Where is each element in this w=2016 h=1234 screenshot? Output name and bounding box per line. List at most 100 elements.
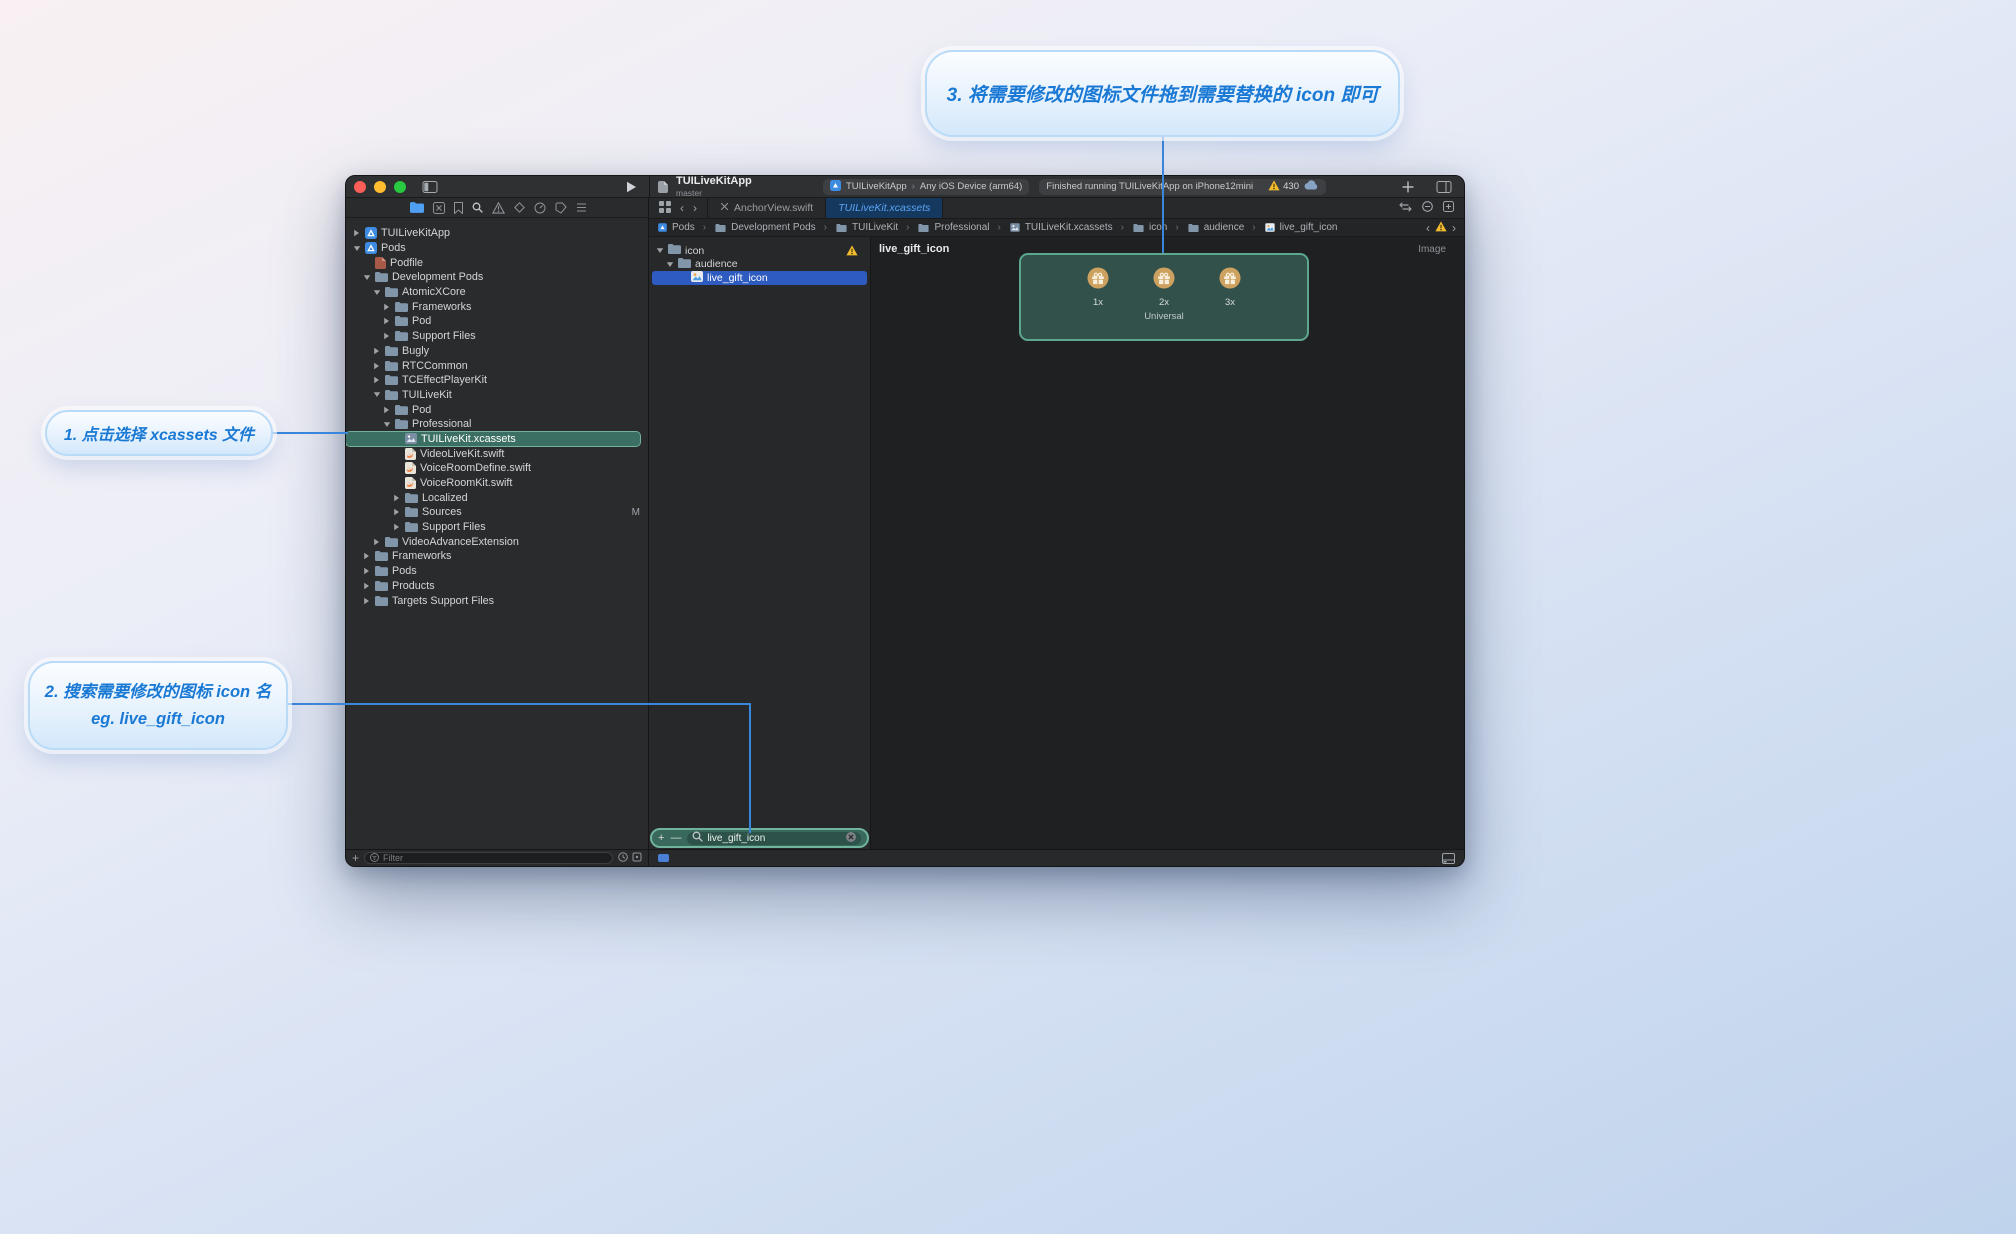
breadcrumb-item[interactable]: live_gift_icon (1264, 222, 1338, 233)
chevron-down-icon[interactable] (665, 261, 674, 268)
activity-view[interactable]: Finished running TUILiveKitApp on iPhone… (1039, 179, 1326, 195)
report-navigator-icon[interactable] (576, 202, 587, 213)
breadcrumb-item[interactable]: Development Pods (714, 222, 816, 233)
toggle-navigator-icon[interactable] (422, 181, 438, 193)
chevron-down-icon[interactable] (382, 421, 391, 428)
minimap-icon[interactable] (1422, 201, 1433, 215)
bookmark-navigator-icon[interactable] (454, 202, 463, 214)
tree-row[interactable]: Pods (346, 564, 648, 579)
chevron-right-icon[interactable] (352, 229, 361, 237)
project-navigator-icon[interactable] (410, 202, 424, 213)
image-slot[interactable]: 2x (1151, 267, 1177, 308)
tree-row[interactable]: TUILiveKitApp (346, 226, 648, 241)
chevron-down-icon[interactable] (372, 391, 381, 398)
clear-search-icon[interactable] (846, 832, 856, 845)
source-control-filter-icon[interactable] (632, 852, 642, 865)
tree-row[interactable]: VoiceRoomDefine.swift (346, 461, 648, 476)
tree-row[interactable]: VideoAdvanceExtension (346, 534, 648, 549)
minimize-window-button[interactable] (374, 181, 386, 193)
breadcrumb-item[interactable]: Pods (657, 222, 695, 233)
adjust-editor-icon[interactable] (1399, 202, 1412, 215)
chevron-down-icon[interactable] (372, 289, 381, 296)
scheme-name[interactable]: TUILiveKitApp (846, 181, 907, 192)
navigator-filter-field[interactable]: Filter (364, 852, 613, 864)
editor-tab[interactable]: TUILiveKit.xcassets (825, 198, 943, 218)
asset-row[interactable]: live_gift_icon (652, 271, 867, 285)
run-button[interactable] (626, 181, 637, 196)
scheme-selector[interactable]: TUILiveKitApp › Any iOS Device (arm64) (823, 179, 1029, 195)
chevron-right-icon[interactable] (362, 582, 371, 590)
chevron-right-icon[interactable] (392, 508, 401, 516)
breadcrumb-item[interactable]: TUILiveKit (835, 222, 898, 233)
test-navigator-icon[interactable] (514, 202, 525, 213)
chevron-right-icon[interactable] (372, 347, 381, 355)
tree-row[interactable]: Localized (346, 490, 648, 505)
tree-row[interactable]: Podfile (346, 255, 648, 270)
tree-row[interactable]: Pod (346, 402, 648, 417)
tree-row[interactable]: SourcesM (346, 505, 648, 520)
tree-row[interactable]: RTCCommon (346, 358, 648, 373)
close-window-button[interactable] (354, 181, 366, 193)
go-back-icon[interactable]: ‹ (680, 202, 684, 214)
tree-row[interactable]: Support Files (346, 329, 648, 344)
recent-files-filter-icon[interactable] (618, 852, 628, 865)
chevron-right-icon[interactable] (392, 523, 401, 531)
tree-row[interactable]: Products (346, 579, 648, 594)
chevron-right-icon[interactable] (362, 567, 371, 575)
tree-row[interactable]: Pods (346, 241, 648, 256)
tree-row[interactable]: Bugly (346, 344, 648, 359)
go-forward-icon[interactable]: › (693, 202, 697, 214)
asset-search-field[interactable]: live_gift_icon (687, 832, 861, 845)
tree-row[interactable]: Development Pods (346, 270, 648, 285)
chevron-down-icon[interactable] (362, 274, 371, 281)
editor-tab[interactable]: AnchorView.swift (707, 198, 825, 218)
tree-row[interactable]: VideoLiveKit.swift (346, 446, 648, 461)
chevron-right-icon[interactable] (382, 332, 391, 340)
tree-row[interactable]: TCEffectPlayerKit (346, 373, 648, 388)
remove-asset-button[interactable]: — (670, 833, 681, 844)
editor-layout-icon[interactable] (1436, 181, 1452, 193)
breadcrumb-item[interactable]: Professional (917, 222, 989, 233)
chevron-right-icon[interactable] (382, 303, 391, 311)
issue-navigator-icon[interactable] (492, 202, 505, 214)
add-file-button[interactable]: + (352, 852, 359, 864)
previous-issue-icon[interactable]: ‹ (1426, 222, 1430, 234)
tree-row[interactable]: Professional (346, 417, 648, 432)
chevron-right-icon[interactable] (362, 597, 371, 605)
chevron-right-icon[interactable] (382, 317, 391, 325)
tree-row[interactable]: Pod (346, 314, 648, 329)
add-editor-icon[interactable] (1443, 201, 1454, 215)
tree-row[interactable]: Frameworks (346, 549, 648, 564)
chevron-right-icon[interactable] (382, 406, 391, 414)
add-asset-button[interactable]: + (658, 833, 664, 844)
source-control-icon[interactable] (433, 202, 445, 214)
chevron-down-icon[interactable] (352, 245, 361, 252)
chevron-right-icon[interactable] (372, 538, 381, 546)
run-destination[interactable]: Any iOS Device (arm64) (920, 181, 1022, 192)
chevron-right-icon[interactable] (362, 552, 371, 560)
tree-row[interactable]: TUILiveKit (346, 388, 648, 403)
debug-navigator-icon[interactable] (534, 202, 546, 214)
chevron-right-icon[interactable] (372, 362, 381, 370)
asset-row[interactable]: icon (649, 244, 870, 258)
image-slot[interactable]: 1x (1085, 267, 1111, 308)
chevron-right-icon[interactable] (372, 376, 381, 384)
breakpoints-toggle[interactable] (658, 854, 669, 862)
zoom-window-button[interactable] (394, 181, 406, 193)
tree-row[interactable]: AtomicXCore (346, 285, 648, 300)
debug-area-toggle-icon[interactable] (1442, 853, 1455, 864)
tree-row[interactable]: Targets Support Files (346, 593, 648, 608)
add-library-icon[interactable] (1402, 181, 1414, 193)
chevron-right-icon[interactable] (392, 494, 401, 502)
tree-row[interactable]: VoiceRoomKit.swift (346, 476, 648, 491)
breadcrumb-item[interactable]: TUILiveKit.xcassets (1009, 222, 1113, 233)
breakpoint-navigator-icon[interactable] (555, 202, 567, 214)
next-issue-icon[interactable]: › (1452, 222, 1456, 234)
tree-row[interactable]: TUILiveKit.xcassets (346, 432, 640, 447)
find-navigator-icon[interactable] (472, 202, 483, 213)
chevron-down-icon[interactable] (655, 247, 664, 254)
asset-row[interactable]: audience (649, 258, 870, 272)
breadcrumb-item[interactable]: audience (1187, 222, 1245, 233)
related-items-icon[interactable] (659, 201, 671, 216)
warning-count-badge[interactable]: 430 (1268, 180, 1299, 194)
